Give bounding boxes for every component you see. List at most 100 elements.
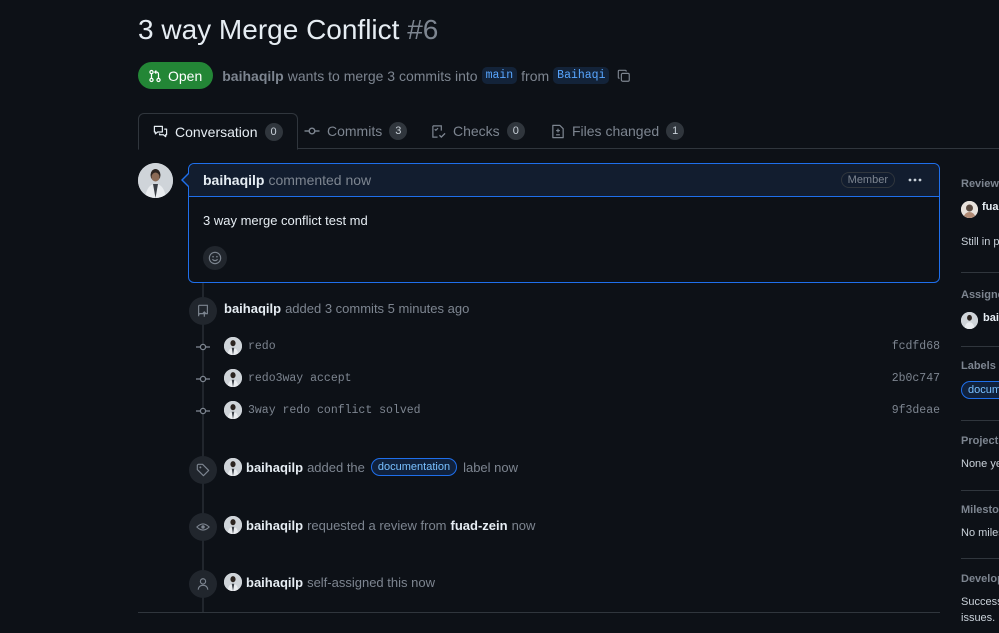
sidebar-projects-text: None ye [961, 458, 999, 470]
avatar[interactable] [138, 163, 173, 198]
avatar[interactable] [224, 516, 242, 534]
sidebar-label[interactable]: docum [961, 381, 999, 399]
tab-files-changed[interactable]: Files changed 1 [551, 113, 685, 149]
role-badge: Member [840, 172, 895, 188]
tab-files-changed-label: Files changed [572, 123, 660, 139]
sidebar-development-text-2: issues. [961, 612, 996, 624]
assign-event: baihaqilp self-assigned this now [224, 573, 435, 591]
sidebar-divider [961, 490, 999, 491]
documentation-label[interactable]: documentation [370, 458, 458, 476]
commits-event-text: added 3 commits 5 minutes ago [285, 301, 470, 316]
tab-conversation-label: Conversation [175, 123, 258, 140]
sidebar-reviewer-status: Still in p [961, 236, 999, 248]
reviewer-link[interactable]: fuad-zein [451, 518, 508, 533]
reviewer-avatar[interactable] [961, 201, 978, 218]
comment-pointer-inner [183, 173, 190, 187]
eye-icon [196, 523, 210, 531]
status-badge-label: Open [168, 67, 203, 84]
pr-author-link[interactable]: baihaqilp [222, 68, 283, 84]
kebab-menu-icon[interactable] [907, 172, 923, 192]
tab-conversation[interactable]: Conversation 0 [138, 113, 298, 150]
commit-message-link[interactable]: 3way redo conflict solved [248, 404, 421, 417]
comment-header: baihaqilp commented now Member [189, 164, 939, 197]
sidebar-divider [961, 558, 999, 559]
person-icon [197, 578, 209, 590]
commit-dot-icon [196, 372, 210, 386]
merge-description: baihaqilp wants to merge 3 commits into … [222, 67, 631, 84]
status-badge: Open [138, 62, 214, 89]
pr-title: 3 way Merge Conflict #6 [138, 14, 438, 46]
comment-body: 3 way merge conflict test md [203, 213, 368, 228]
sidebar-assignees-heading[interactable]: Assigne [961, 289, 999, 301]
sidebar-milestone-text: No miles [961, 527, 999, 539]
tab-checks-label: Checks [453, 123, 500, 139]
tab-commits-count: 3 [389, 122, 408, 140]
checks-icon [432, 124, 446, 138]
label-event-after: label now [463, 459, 519, 475]
base-branch[interactable]: main [481, 67, 518, 84]
commit-avatar[interactable] [224, 337, 242, 355]
label-event-before: added the [307, 459, 365, 475]
sidebar-divider [961, 420, 999, 421]
sidebar-development-text: Success [961, 596, 999, 608]
timeline-badge-review [189, 513, 217, 541]
review-event-after: now [511, 517, 536, 533]
copy-icon[interactable] [617, 69, 631, 83]
commits-event-author[interactable]: baihaqilp [224, 301, 281, 316]
commit-icon [304, 127, 320, 135]
tab-checks[interactable]: Checks 0 [431, 113, 525, 149]
commit-dot-icon [196, 404, 210, 418]
sidebar-reviewers-heading[interactable]: Reviewe [961, 178, 999, 190]
tab-conversation-count: 0 [264, 122, 283, 141]
head-branch[interactable]: Baihaqi [553, 67, 610, 84]
avatar[interactable] [224, 573, 242, 591]
timeline-badge-label [189, 456, 217, 484]
sidebar-divider [961, 346, 999, 347]
smiley-icon [208, 251, 222, 265]
sidebar-assignee-name[interactable]: bai [983, 312, 999, 324]
file-diff-icon [552, 124, 564, 138]
sidebar-projects-heading[interactable]: Project [961, 435, 998, 447]
assign-event-text: self-assigned this now [307, 574, 435, 590]
commit-message-link[interactable]: redo3way accept [248, 372, 352, 385]
merge-text: wants to merge 3 commits into [287, 67, 478, 84]
sidebar-labels-heading[interactable]: Labels [961, 360, 996, 372]
commit-row: redo fcdfd68 [224, 336, 940, 356]
sidebar-label-chip[interactable]: docum [961, 381, 999, 399]
comment-author[interactable]: baihaqilp [203, 172, 264, 188]
commit-avatar[interactable] [224, 401, 242, 419]
review-event: baihaqilp requested a review from fuad-z… [224, 516, 535, 534]
comment-timestamp[interactable]: commented now [268, 172, 371, 188]
assign-event-author[interactable]: baihaqilp [246, 575, 303, 590]
tab-commits[interactable]: Commits 3 [304, 113, 408, 149]
commits-event: baihaqilp added 3 commits 5 minutes ago [224, 301, 469, 316]
commit-message-link[interactable]: redo [248, 340, 276, 353]
review-event-before: requested a review from [307, 517, 447, 533]
timeline-badge-commits [189, 297, 217, 325]
sidebar-reviewer-name[interactable]: fua [982, 201, 999, 213]
add-reaction-button[interactable] [203, 246, 227, 270]
pr-title-text: 3 way Merge Conflict [138, 14, 400, 45]
sidebar-divider [961, 272, 999, 273]
review-event-author[interactable]: baihaqilp [246, 518, 303, 533]
commit-dot-icon [196, 340, 210, 354]
pr-meta: Open baihaqilp wants to merge 3 commits … [138, 62, 631, 89]
sidebar-development-heading[interactable]: Develop [961, 573, 999, 585]
repo-push-icon [198, 304, 208, 317]
git-pull-request-icon [149, 69, 161, 82]
avatar[interactable] [224, 458, 242, 476]
from-text: from [521, 67, 550, 84]
commit-sha-link[interactable]: fcdfd68 [892, 340, 940, 353]
commit-avatar[interactable] [224, 369, 242, 387]
label-event: baihaqilp added the documentation label … [224, 458, 518, 476]
sidebar-milestone-heading[interactable]: Milesto [961, 504, 999, 516]
pr-number: #6 [407, 14, 439, 45]
commit-row: redo3way accept 2b0c747 [224, 368, 940, 388]
timeline-divider [138, 612, 940, 613]
assignee-avatar[interactable] [961, 312, 978, 329]
commit-sha-link[interactable]: 2b0c747 [892, 372, 940, 385]
tab-files-changed-count: 1 [666, 122, 685, 140]
tab-checks-count: 0 [506, 122, 525, 140]
label-event-author[interactable]: baihaqilp [246, 460, 303, 475]
commit-sha-link[interactable]: 9f3deae [892, 404, 940, 417]
